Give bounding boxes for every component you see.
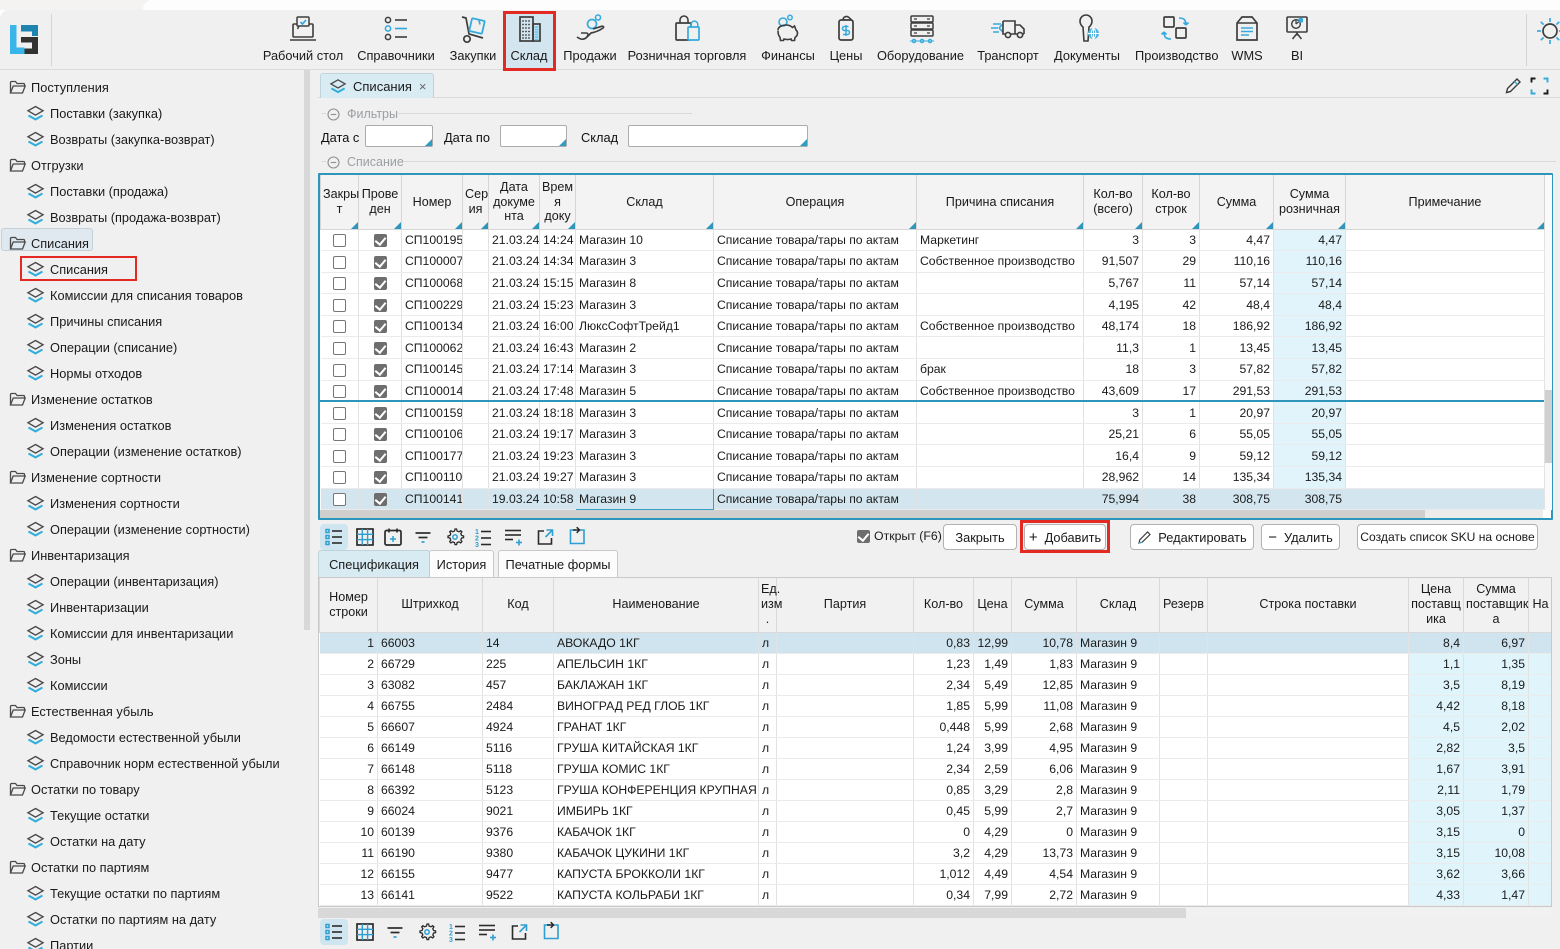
svg-text:3: 3 xyxy=(475,542,479,548)
svg-text:3: 3 xyxy=(449,937,453,943)
